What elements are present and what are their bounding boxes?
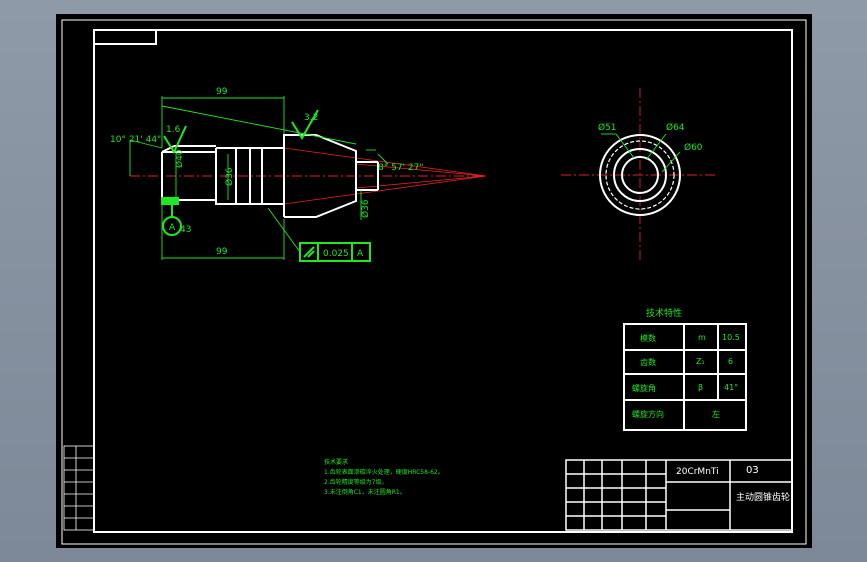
datum-label: A xyxy=(169,223,176,233)
spec-row-3-value: 41° xyxy=(724,383,739,392)
dim-dia-51: Ø51 xyxy=(598,122,617,133)
dim-angle-left: 10° 21' 44" xyxy=(110,135,161,145)
note-line-3: 3.未注倒角C1，未注圆角R1。 xyxy=(324,489,406,496)
surface-finish-1-label: 1.6 xyxy=(166,125,181,135)
spec-row-1-value: 10.5 xyxy=(722,333,740,342)
dim-shaft-dia-2: Ø36 xyxy=(224,167,235,186)
drawing-viewport[interactable]: 99 99 10° 21' 44" 8° 57' 27" Ø40 Ø36 Ø36… xyxy=(56,14,812,548)
dim-43: 43 xyxy=(180,225,191,235)
spec-row-2-symbol: Z₁ xyxy=(696,357,705,366)
material-label: 20CrMnTi xyxy=(676,467,719,477)
dim-shaft-dia: Ø40 xyxy=(174,149,185,168)
inner-border xyxy=(93,29,793,533)
surface-finish-2-label: 3.2 xyxy=(304,113,318,123)
spec-row-3-name: 螺旋角 xyxy=(632,384,656,393)
technical-notes: 技术要求 1.齿轮表面渗碳淬火处理，硬度HRC58-62。 2.齿轮精度等级为7… xyxy=(324,458,444,498)
spec-row-3-symbol: β xyxy=(698,383,704,392)
centerlines xyxy=(130,88,718,260)
spec-row-4-name: 螺旋方向 xyxy=(632,410,664,419)
tech-spec-title: 技术特性 xyxy=(646,309,683,319)
dim-length-bottom: 99 xyxy=(216,247,228,257)
spec-row-2-value: 6 xyxy=(728,357,734,366)
part-name: 主动圆锥齿轮 xyxy=(736,493,791,503)
spec-row-2-name: 齿数 xyxy=(640,358,656,367)
side-table xyxy=(63,445,95,531)
note-line-2: 2.齿轮精度等级为7级。 xyxy=(324,479,388,486)
dim-angle-right: 8° 57' 27" xyxy=(378,163,423,173)
corner-box xyxy=(93,29,157,45)
note-line-1: 1.齿轮表面渗碳淬火处理，硬度HRC58-62。 xyxy=(324,469,444,476)
dim-dia-64: Ø64 xyxy=(666,122,685,133)
tolerance-datum: A xyxy=(357,249,364,259)
notes-title: 技术要求 xyxy=(324,459,349,466)
tech-spec-cells: 模数 m 10.5 齿数 Z₁ 6 螺旋角 β 41° 螺旋方向 左 xyxy=(624,324,746,430)
spec-row-1-symbol: m xyxy=(698,333,706,342)
dim-dia-60: Ø60 xyxy=(684,142,703,153)
spec-row-1-name: 模数 xyxy=(640,334,656,343)
tolerance-value: 0.025 xyxy=(323,249,349,259)
drawing-number: 03 xyxy=(746,465,759,476)
dimension-lines xyxy=(129,96,681,260)
spec-row-4-value: 左 xyxy=(712,410,720,419)
dim-length-top: 99 xyxy=(216,87,228,97)
dim-end-dia: Ø36 xyxy=(360,199,371,218)
cad-window: 99 99 10° 21' 44" 8° 57' 27" Ø40 Ø36 Ø36… xyxy=(0,0,867,562)
